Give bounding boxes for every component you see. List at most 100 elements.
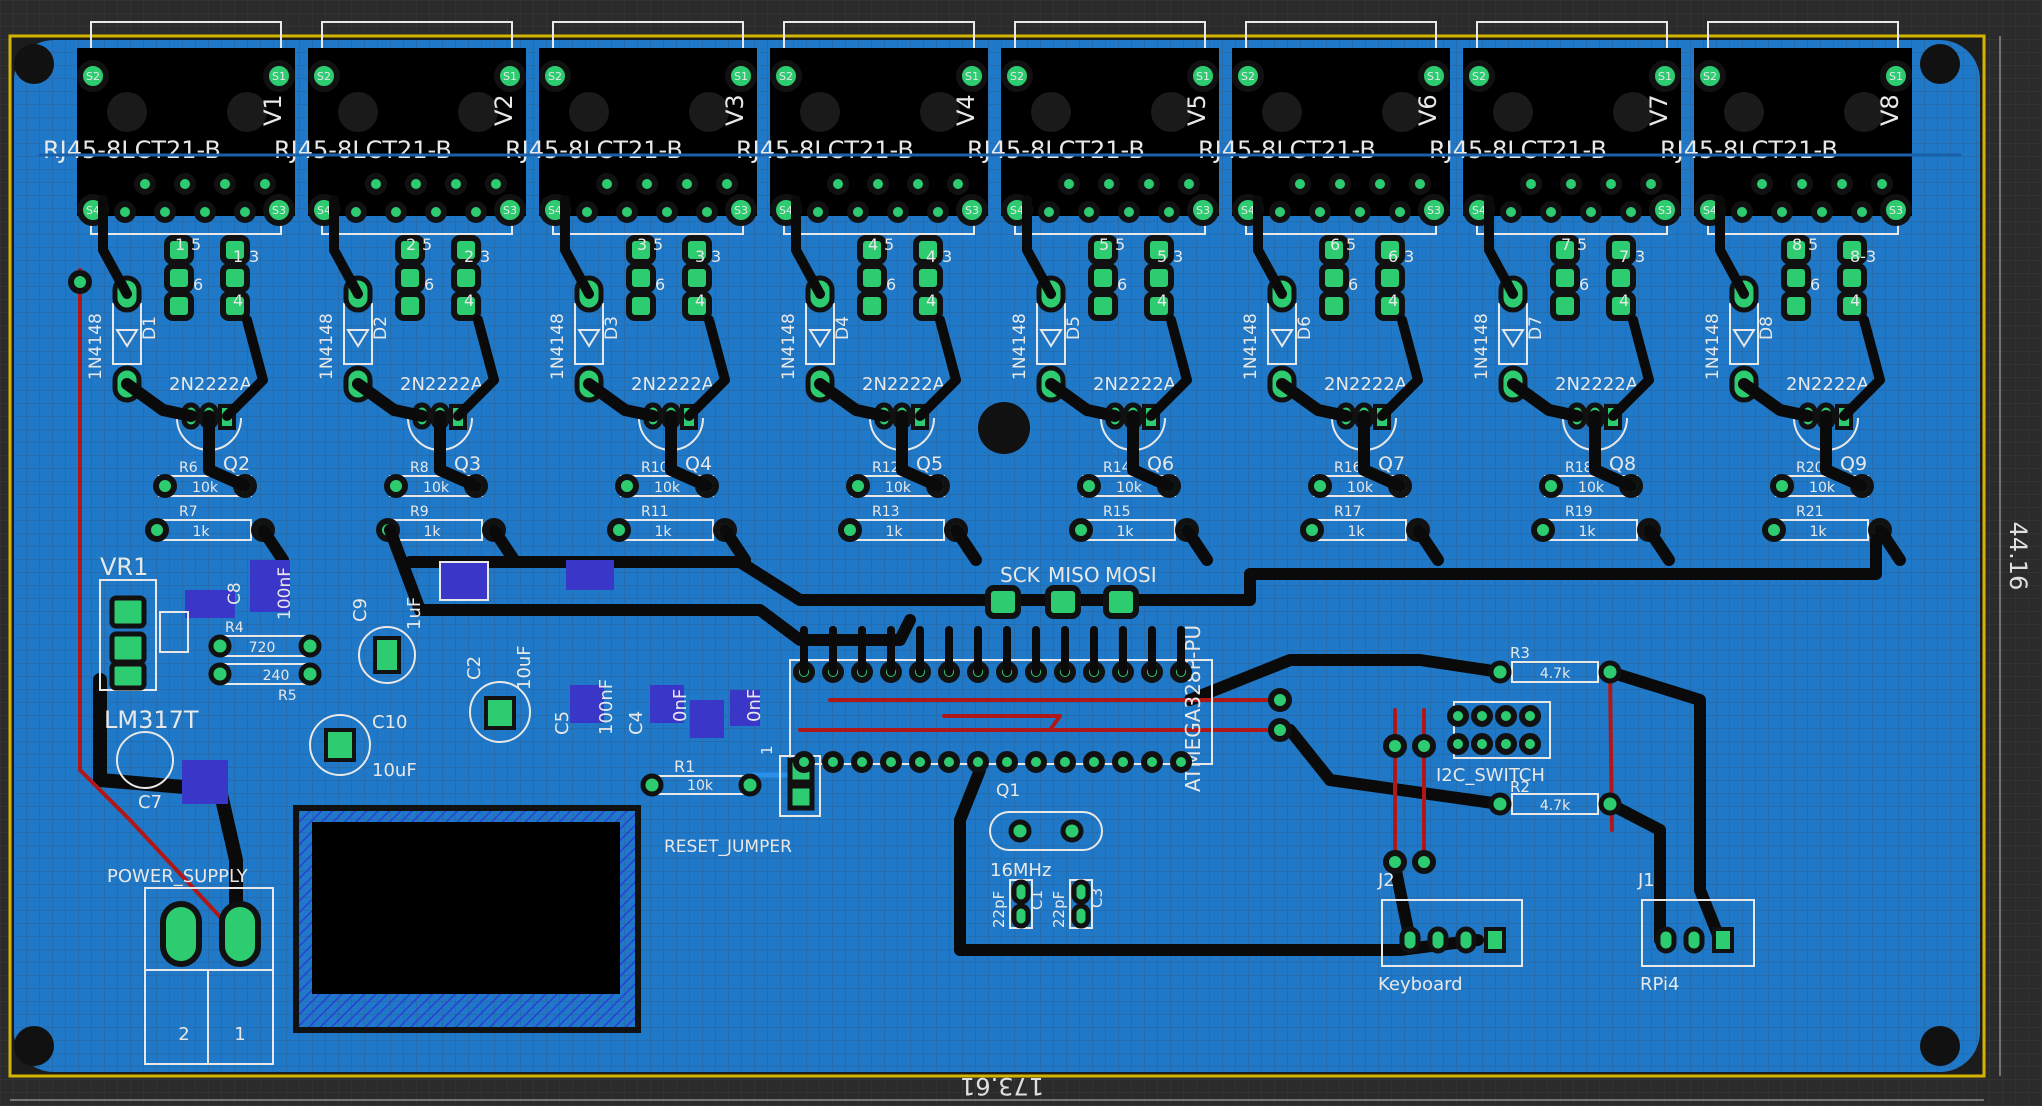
rj45-pin-pad[interactable] <box>1580 201 1602 223</box>
rj45-pin-pad[interactable] <box>174 173 196 195</box>
header-pad[interactable] <box>395 263 425 293</box>
mcu-pin-pad[interactable] <box>793 751 815 773</box>
rj45-pin-pad[interactable] <box>807 201 829 223</box>
header-pad[interactable] <box>1088 291 1118 321</box>
rj45-pin-pad[interactable] <box>425 201 447 223</box>
vr1-pad[interactable] <box>109 595 147 629</box>
rj45-pin-pad[interactable] <box>1138 173 1160 195</box>
rj45-pin-pad[interactable] <box>1409 173 1431 195</box>
rj45-pin-pad[interactable] <box>1640 173 1662 195</box>
c1-pad[interactable] <box>1011 903 1031 929</box>
rj45-pin-pad[interactable] <box>927 201 949 223</box>
rj45-pin-pad[interactable] <box>194 201 216 223</box>
rj45-pin-pad[interactable] <box>1038 201 1060 223</box>
rj45-pin-pad[interactable] <box>1178 173 1200 195</box>
rj45-pin-pad[interactable] <box>1118 201 1140 223</box>
resistor-pad[interactable] <box>1077 474 1101 498</box>
rj45-pin-pad[interactable] <box>1520 173 1542 195</box>
header-pad[interactable] <box>1781 291 1811 321</box>
i2c-header-pad[interactable] <box>1447 733 1469 755</box>
rj45-pin-pad[interactable] <box>947 173 969 195</box>
header-pad[interactable] <box>1550 291 1580 321</box>
mcu-pin-pad[interactable] <box>880 751 902 773</box>
rj45-pin-pad[interactable] <box>1791 173 1813 195</box>
rj45-pin-pad[interactable] <box>1058 173 1080 195</box>
mcu-pin-pad[interactable] <box>1054 751 1076 773</box>
resistor-pad[interactable] <box>607 518 631 542</box>
header-pad[interactable] <box>1606 263 1636 293</box>
r2-pad[interactable] <box>1598 792 1622 816</box>
rj45-pin-pad[interactable] <box>1600 173 1622 195</box>
j2-pad[interactable] <box>1427 926 1449 954</box>
rj45-pin-pad[interactable] <box>1349 201 1371 223</box>
rj45-pin-pad[interactable] <box>214 173 236 195</box>
j2-pad[interactable] <box>1455 926 1477 954</box>
rj45-pin-pad[interactable] <box>1771 201 1793 223</box>
smd-pad[interactable] <box>182 760 228 804</box>
isp-sck-pad[interactable] <box>985 585 1021 619</box>
j2-pad[interactable] <box>1484 927 1506 953</box>
resistor-pad[interactable] <box>1300 518 1324 542</box>
rj45-pin-pad[interactable] <box>405 173 427 195</box>
mcu-pin-pad[interactable] <box>1083 751 1105 773</box>
mcu-pin-pad[interactable] <box>1025 751 1047 773</box>
rj45-pin-pad[interactable] <box>1098 173 1120 195</box>
rj45-pin-pad[interactable] <box>385 201 407 223</box>
rj45-pin-pad[interactable] <box>154 201 176 223</box>
r3-pad[interactable] <box>1488 660 1512 684</box>
rj45-pin-pad[interactable] <box>1811 201 1833 223</box>
mcu-pin-pad[interactable] <box>938 751 960 773</box>
rj45-pin-pad[interactable] <box>1500 201 1522 223</box>
rj45-pin-pad[interactable] <box>616 201 638 223</box>
rj45-pin-pad[interactable] <box>1289 173 1311 195</box>
mcu-pin-pad[interactable] <box>851 751 873 773</box>
j1-pad[interactable] <box>1683 926 1705 954</box>
rj45-pin-pad[interactable] <box>254 173 276 195</box>
mcu-pin-pad[interactable] <box>1170 751 1192 773</box>
resistor-pad[interactable] <box>153 474 177 498</box>
rj45-pin-pad[interactable] <box>365 173 387 195</box>
rj45-pin-pad[interactable] <box>1309 201 1331 223</box>
rj45-pin-pad[interactable] <box>867 173 889 195</box>
header-pad[interactable] <box>1319 263 1349 293</box>
r4-pad[interactable] <box>208 634 232 658</box>
i2c-header-pad[interactable] <box>1495 705 1517 727</box>
mcu-pin-pad[interactable] <box>996 751 1018 773</box>
power-pad-2[interactable] <box>160 901 202 967</box>
resistor-pad[interactable] <box>1531 518 1555 542</box>
header-pad[interactable] <box>682 263 712 293</box>
mcu-pin-pad[interactable] <box>967 751 989 773</box>
isp-mosi-pad[interactable] <box>1103 585 1139 619</box>
rj45-pin-pad[interactable] <box>1751 173 1773 195</box>
i2c-via-pad[interactable] <box>1383 850 1407 874</box>
rj45-pin-pad[interactable] <box>847 201 869 223</box>
header-pad[interactable] <box>1375 263 1405 293</box>
mcu-pin-pad[interactable] <box>822 751 844 773</box>
rj45-pin-pad[interactable] <box>716 173 738 195</box>
j1-pad[interactable] <box>1655 926 1677 954</box>
rj45-pin-pad[interactable] <box>1620 201 1642 223</box>
rj45-pin-pad[interactable] <box>1389 201 1411 223</box>
rj45-pin-pad[interactable] <box>1560 173 1582 195</box>
c2-pad[interactable] <box>484 696 516 730</box>
rj45-pin-pad[interactable] <box>1158 201 1180 223</box>
crystal-pad[interactable] <box>1008 819 1032 843</box>
rj45-pin-pad[interactable] <box>1871 173 1893 195</box>
header-pad[interactable] <box>1550 263 1580 293</box>
mcu-pin-pad[interactable] <box>909 751 931 773</box>
rj45-pin-pad[interactable] <box>345 201 367 223</box>
resistor-pad[interactable] <box>1069 518 1093 542</box>
reset-pad[interactable] <box>787 783 815 811</box>
r1-pad[interactable] <box>640 773 664 797</box>
rj45-pin-pad[interactable] <box>636 173 658 195</box>
resistor-pad[interactable] <box>1539 474 1563 498</box>
rj45-pin-pad[interactable] <box>1269 201 1291 223</box>
header-pad[interactable] <box>1144 263 1174 293</box>
header-pad[interactable] <box>451 263 481 293</box>
resistor-pad[interactable] <box>1770 474 1794 498</box>
rj45-pin-pad[interactable] <box>1329 173 1351 195</box>
i2c-via-pad[interactable] <box>1412 850 1436 874</box>
rj45-pin-pad[interactable] <box>827 173 849 195</box>
rj45-pin-pad[interactable] <box>907 173 929 195</box>
rj45-pin-pad[interactable] <box>1831 173 1853 195</box>
